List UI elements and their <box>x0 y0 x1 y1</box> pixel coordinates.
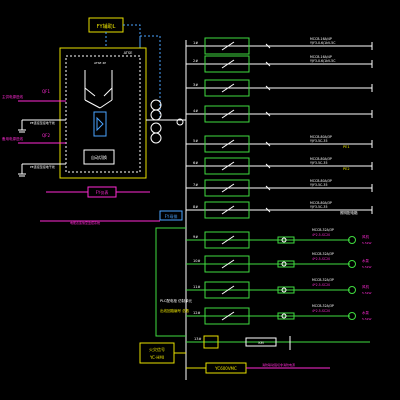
bottom-note: 消防联动强切非消防电源 <box>262 362 295 367</box>
right-note-3: 照明配电箱 <box>340 210 358 215</box>
right-note-2: PE2 <box>343 167 350 171</box>
feeder-spec-2: YJY3-0.6/1kV-5C <box>310 41 336 45</box>
feeder-tag: 7# <box>193 183 198 187</box>
breaker-2-label: QF2 <box>42 133 50 138</box>
motor-feeder-tag: 9# <box>193 235 198 239</box>
motor-kw: 5.5kW <box>362 241 372 245</box>
diagram-stage: FY辅助L ATSE ATSE 4P 自动切换 主供电源进线 QF1 PE连接至… <box>0 0 400 400</box>
motor-feeder-tag: 11# <box>193 285 200 289</box>
feeder-tag: 3# <box>193 83 198 87</box>
motor-kw: 5.5kW <box>362 317 372 321</box>
top-ref-box-label: FY辅助L <box>97 23 116 30</box>
feeder-tag: 5# <box>193 139 198 143</box>
feeder-spec-2: YJY3-5C-35 <box>310 183 327 187</box>
feeder-spec-2: YJY3-5C-35 <box>310 161 327 165</box>
motor-spec-1: MCCB-32A/3P <box>312 278 334 282</box>
motor-spec-1: MCCB-32A/3P <box>312 252 334 256</box>
lower-box-line2: YC-HMI <box>149 355 164 360</box>
ats-small-label: ATSE <box>124 51 133 55</box>
motor-feeder-tag: 10# <box>193 259 200 263</box>
feeder-tag: 1# <box>193 41 198 45</box>
motor-spec-2: 4*2.5-SC20 <box>312 283 330 287</box>
motor-spec-1: MCCB-32A/3P <box>312 304 334 308</box>
feeder-tag: 8# <box>193 205 198 209</box>
motor-feeder-tag: 12# <box>193 311 200 315</box>
last-row-tag: 13# <box>194 337 201 341</box>
motor-kw: 5.5kW <box>362 291 372 295</box>
feeder-spec-2: YJY3-5C-35 <box>310 139 327 143</box>
breaker-1-label: QF1 <box>42 89 50 94</box>
feeder-tag: 2# <box>193 59 198 63</box>
motor-spec-1: MCCB-32A/3P <box>312 228 334 232</box>
feeder-spec-2: YJY3-5C-35 <box>310 205 327 209</box>
feeder-tag: 6# <box>193 161 198 165</box>
motor-load: 水泵 <box>362 310 370 315</box>
right-note-1: PE1 <box>343 145 350 149</box>
feeder-spec-2: YJY3-0.6/1kV-5C <box>310 59 336 63</box>
motor-load: 风机 <box>362 234 370 239</box>
panel-note-1: PLC配电柜 仿制单元 <box>160 298 193 303</box>
motor-kw: 5.5kW <box>362 265 372 269</box>
feeder-tag: 4# <box>193 109 198 113</box>
source2-label: 备用电源进线 <box>2 136 23 141</box>
motor-load: 水泵 <box>362 258 370 263</box>
motor-spec-2: 4*2.5-SC20 <box>312 233 330 237</box>
panel-note-2: 出线回路编号 总数 <box>160 308 190 313</box>
source1-label: 主供电源进线 <box>2 94 23 99</box>
ats-inner-caption: ATSE 4P <box>94 61 106 65</box>
contactor-label: KM <box>258 341 263 345</box>
motor-spec-2: 4*2.5-SC20 <box>312 309 330 313</box>
bus-box-label: FY母排 <box>165 213 178 219</box>
bottom-box-label: YC600VMC <box>214 366 237 371</box>
single-line-diagram: FY辅助L ATSE ATSE 4P 自动切换 主供电源进线 QF1 PE连接至… <box>0 0 400 400</box>
neutral-label-2: PE连接至接地干线 <box>30 164 55 169</box>
motor-load: 风机 <box>362 284 370 289</box>
lower-box-line1: 火灾信号 <box>149 346 165 352</box>
neutral-label-1: PE连接至接地干线 <box>30 120 55 125</box>
meter-box-label: FY仪表 <box>96 189 109 195</box>
ats-control-label: 自动切换 <box>91 154 107 160</box>
motor-spec-2: 4*2.5-SC20 <box>312 257 330 261</box>
